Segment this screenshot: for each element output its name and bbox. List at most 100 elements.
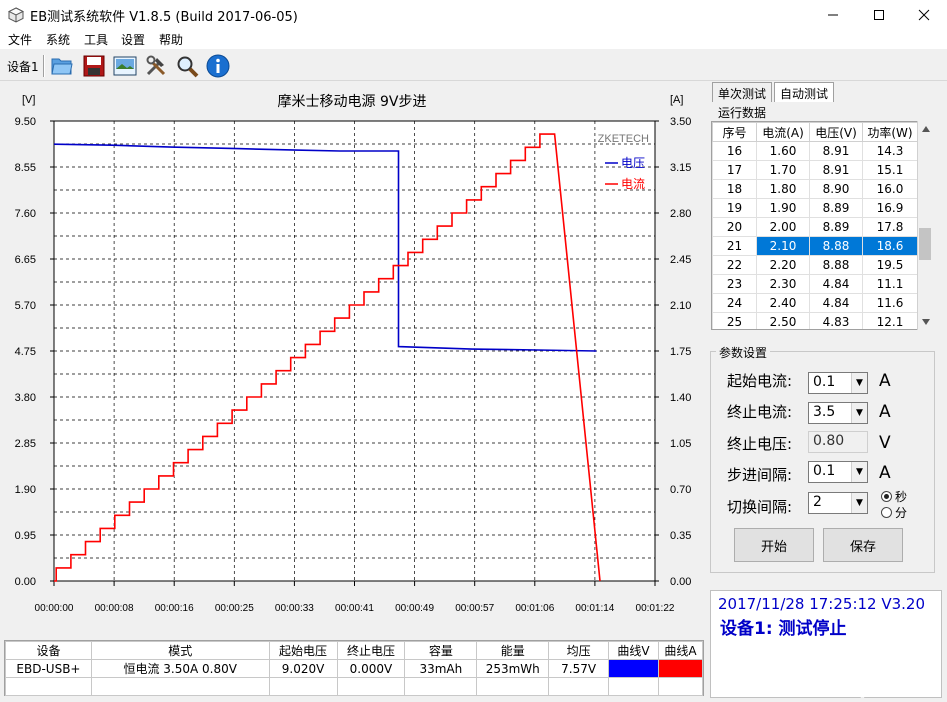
save-button[interactable]: 保存 bbox=[823, 528, 903, 562]
search-icon[interactable] bbox=[175, 54, 199, 78]
scroll-down-icon[interactable] bbox=[921, 318, 931, 326]
summary-avg-voltage: 7.57V bbox=[548, 659, 610, 678]
row-index: 21 bbox=[712, 236, 757, 256]
chart: [V] [A] 摩米士移动电源 9V步进 ZKETECH 9.50 8.55 7.6… bbox=[15, 93, 692, 614]
y-left-tick-label: 3.80 bbox=[15, 392, 36, 404]
start-current-select[interactable]: 0.1 ▼ bbox=[808, 372, 868, 394]
run-data-table[interactable]: 序号 电流(A) 电压(V) 功率(W) 16 1.60 8.91 14.3 17 1.7… bbox=[711, 121, 933, 330]
title-bar: EB测试系统软件 V1.8.5 (Build 2017-06-05) bbox=[0, 0, 947, 29]
menu-tools[interactable]: 工具 bbox=[84, 31, 108, 48]
radio-seconds-label: 秒 bbox=[895, 490, 908, 504]
save-disk-icon[interactable] bbox=[82, 54, 106, 78]
start-button[interactable]: 开始 bbox=[734, 528, 814, 562]
col-power-header[interactable]: 功率(W) bbox=[862, 122, 918, 142]
step-select[interactable]: 0.1 ▼ bbox=[808, 461, 868, 483]
radio-seconds[interactable] bbox=[881, 491, 892, 502]
row-index: 25 bbox=[712, 312, 757, 329]
x-tick-label: 00:00:57 bbox=[455, 603, 494, 614]
y-right-tick-label: 3.50 bbox=[670, 116, 691, 128]
y-right-tick-label: 2.80 bbox=[670, 208, 691, 220]
summary-header-row: 设备 模式 起始电压 终止电压 容量 能量 均压 曲线V 曲线A bbox=[5, 641, 704, 660]
x-tick-label: 00:01:06 bbox=[515, 603, 554, 614]
menu-system[interactable]: 系统 bbox=[46, 31, 70, 48]
tab-auto-test[interactable]: 自动测试 bbox=[774, 82, 835, 102]
row-power: 14.3 bbox=[862, 141, 918, 161]
summary-table-panel: 设备 模式 起始电压 终止电压 容量 能量 均压 曲线V 曲线A EBD-USB… bbox=[4, 640, 704, 696]
close-button[interactable] bbox=[901, 0, 947, 29]
switch-interval-select[interactable]: 2 ▼ bbox=[808, 492, 868, 514]
row-current: 2.10 bbox=[756, 236, 810, 256]
row-index: 24 bbox=[712, 293, 757, 313]
scrollbar-thumb[interactable] bbox=[919, 228, 931, 260]
summary-col-start-voltage: 起始电压 bbox=[268, 641, 338, 660]
x-tick-label: 00:00:33 bbox=[275, 603, 314, 614]
y-right-tick-label: 0.35 bbox=[670, 530, 691, 542]
picture-icon[interactable] bbox=[113, 54, 137, 78]
col-voltage-header[interactable]: 电压(V) bbox=[809, 122, 863, 142]
step-unit: A bbox=[879, 463, 891, 483]
x-ticks: 00:00:00 00:00:08 00:00:16 00:00:25 00:00:33… bbox=[35, 581, 675, 614]
col-current-header[interactable]: 电流(A) bbox=[756, 122, 810, 142]
y-right-ticks: 3.50 3.15 2.80 2.45 2.10 1.75 1.40 1.05 0.70 0.35… bbox=[655, 116, 691, 588]
chevron-down-icon[interactable]: ▼ bbox=[851, 462, 867, 482]
menu-file[interactable]: 文件 bbox=[8, 31, 32, 48]
chevron-down-icon[interactable]: ▼ bbox=[851, 373, 867, 393]
curve-v-color-swatch[interactable] bbox=[608, 659, 659, 678]
table-row[interactable]: 17 1.70 8.91 15.1 bbox=[712, 160, 918, 180]
table-row[interactable]: 24 2.40 4.84 11.6 bbox=[712, 293, 918, 313]
scroll-up-icon[interactable] bbox=[921, 125, 931, 133]
summary-end-voltage: 0.000V bbox=[336, 659, 406, 678]
table-row[interactable]: 21 2.10 8.88 18.6 bbox=[712, 236, 918, 256]
row-power: 17.8 bbox=[862, 217, 918, 237]
table-row[interactable]: 18 1.80 8.90 16.0 bbox=[712, 179, 918, 199]
table-row[interactable]: 20 2.00 8.89 17.8 bbox=[712, 217, 918, 237]
summary-col-end-voltage: 终止电压 bbox=[336, 641, 406, 660]
row-current: 2.20 bbox=[756, 255, 810, 275]
maximize-button[interactable] bbox=[856, 0, 902, 29]
toolbar-separator bbox=[43, 55, 45, 77]
x-tick-label: 00:00:08 bbox=[95, 603, 134, 614]
table-row[interactable]: 16 1.60 8.91 14.3 bbox=[712, 141, 918, 161]
info-icon[interactable] bbox=[206, 54, 230, 78]
table-scrollbar[interactable] bbox=[917, 121, 933, 330]
device-selector[interactable]: 设备1 bbox=[7, 58, 39, 75]
y-left-ticks: 9.50 8.55 7.60 6.65 5.70 4.75 3.80 2.85 1.90 0.95… bbox=[15, 116, 54, 588]
row-power: 15.1 bbox=[862, 160, 918, 180]
summary-mode: 恒电流 3.50A 0.80V bbox=[90, 659, 270, 678]
table-row[interactable]: 19 1.90 8.89 16.9 bbox=[712, 198, 918, 218]
col-index-header[interactable]: 序号 bbox=[712, 122, 757, 142]
end-current-select[interactable]: 3.5 ▼ bbox=[808, 402, 868, 424]
minimize-button[interactable] bbox=[810, 0, 856, 29]
row-current: 2.00 bbox=[756, 217, 810, 237]
step-value: 0.1 bbox=[813, 463, 836, 479]
y-left-tick-label: 0.00 bbox=[15, 576, 36, 588]
row-power: 11.1 bbox=[862, 274, 918, 294]
row-index: 19 bbox=[712, 198, 757, 218]
radio-minutes[interactable] bbox=[881, 507, 892, 518]
table-row[interactable]: 22 2.20 8.88 19.5 bbox=[712, 255, 918, 275]
summary-col-curve-v: 曲线V bbox=[608, 641, 659, 660]
y-left-tick-label: 4.75 bbox=[15, 346, 36, 358]
status-time: 2017/11/28 17:25:12 V3.20 bbox=[718, 595, 926, 613]
tab-single-test[interactable]: 单次测试 bbox=[712, 82, 773, 102]
menu-help[interactable]: 帮助 bbox=[159, 31, 183, 48]
row-voltage: 8.89 bbox=[809, 217, 863, 237]
menu-settings[interactable]: 设置 bbox=[121, 31, 145, 48]
end-voltage-value: 0.80 bbox=[813, 433, 845, 449]
row-index: 20 bbox=[712, 217, 757, 237]
curve-a-color-swatch[interactable] bbox=[657, 659, 704, 678]
y-right-tick-label: 2.10 bbox=[670, 300, 691, 312]
x-tick-label: 00:00:00 bbox=[35, 603, 74, 614]
chevron-down-icon[interactable]: ▼ bbox=[851, 403, 867, 423]
table-row[interactable]: 25 2.50 4.83 12.1 bbox=[712, 312, 918, 329]
chevron-down-icon[interactable]: ▼ bbox=[851, 493, 867, 513]
tools-icon[interactable] bbox=[144, 54, 168, 78]
end-current-unit: A bbox=[879, 402, 891, 422]
table-row[interactable]: EBD-USB+ 恒电流 3.50A 0.80V 9.020V 0.000V 3… bbox=[5, 659, 704, 678]
end-voltage-field[interactable]: 0.80 bbox=[808, 431, 868, 453]
open-folder-icon[interactable] bbox=[50, 54, 74, 78]
table-row[interactable]: 23 2.30 4.84 11.1 bbox=[712, 274, 918, 294]
y-right-tick-label: 2.45 bbox=[670, 254, 691, 266]
switch-interval-label: 切换间隔: bbox=[727, 498, 793, 516]
row-current: 2.30 bbox=[756, 274, 810, 294]
